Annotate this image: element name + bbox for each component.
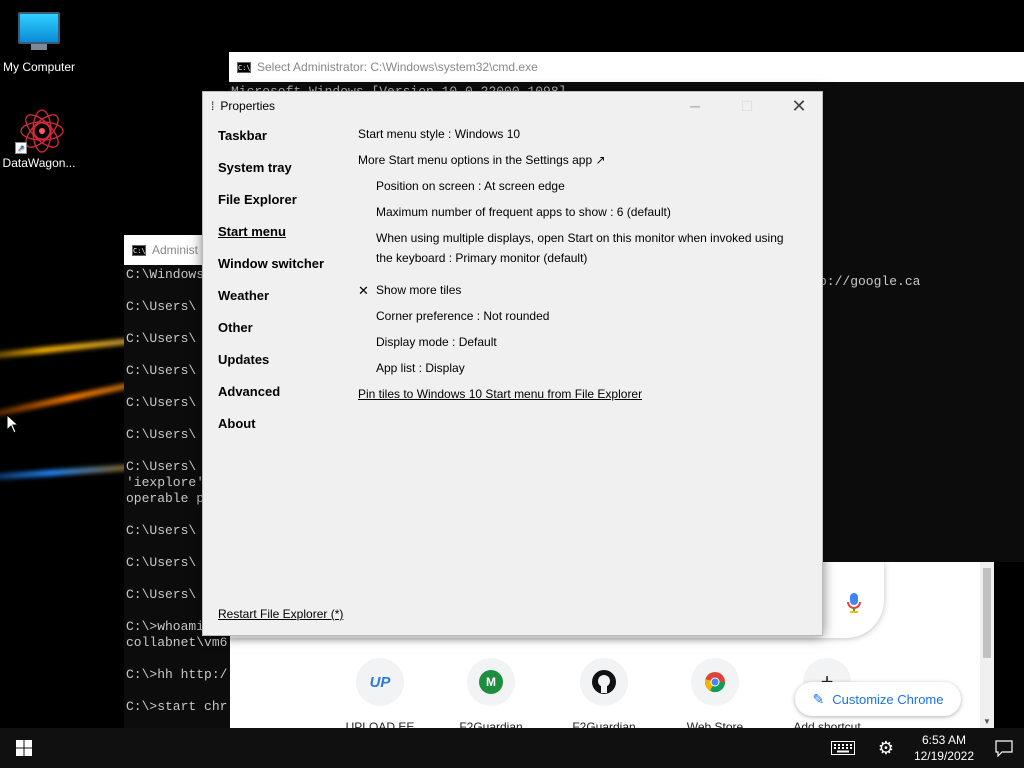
shortcut-label: F2Guardian [459, 720, 523, 728]
close-button[interactable]: ✕ [776, 92, 822, 120]
setting-start-menu-style[interactable]: Start menu style : Windows 10 [358, 124, 798, 150]
shortcut-arrow-icon: ↗ [15, 142, 27, 154]
start-button[interactable] [0, 728, 48, 768]
setting-position[interactable]: Position on screen : At screen edge [358, 176, 798, 202]
keyboard-icon [830, 741, 855, 755]
checked-x-icon: ✕ [358, 283, 369, 298]
setting-more-options-link[interactable]: More Start menu options in the Settings … [358, 150, 798, 176]
system-tray: ⚙ 6:53 AM 12/19/2022 [818, 728, 1024, 768]
properties-titlebar[interactable]: ⁞ Properties ─ ☐ ✕ [203, 92, 822, 120]
cmd-titlebar[interactable]: C:\ Select Administrator: C:\Windows\sys… [229, 52, 1024, 82]
notification-icon [995, 739, 1013, 757]
nav-start-menu[interactable]: Start menu [218, 224, 324, 256]
touch-keyboard-button[interactable] [818, 728, 868, 768]
chrome-scrollbar[interactable]: ▼ [980, 562, 994, 728]
cmd-title: Administ [152, 243, 199, 257]
start-menu-settings: Start menu style : Windows 10 More Start… [358, 124, 798, 410]
gear-icon: ⚙ [877, 737, 894, 758]
restart-file-explorer-link[interactable]: Restart File Explorer (*) [218, 607, 343, 621]
cmd-title: Select Administrator: C:\Windows\system3… [257, 60, 538, 74]
pencil-icon: ✎ [812, 690, 825, 707]
github-icon [592, 670, 616, 694]
nav-window-switcher[interactable]: Window switcher [218, 256, 324, 288]
cmd-line: C:\>start chr [126, 699, 228, 714]
nav-advanced[interactable]: Advanced [218, 384, 324, 416]
minimize-button[interactable]: ─ [672, 92, 718, 120]
clock[interactable]: 6:53 AM 12/19/2022 [904, 732, 984, 764]
shortcut-label: UPLOAD.EE [345, 720, 415, 728]
taskbar: ⚙ 6:53 AM 12/19/2022 [0, 728, 1024, 768]
setting-max-frequent-apps[interactable]: Maximum number of frequent apps to show … [358, 202, 798, 228]
properties-icon: ⁞ [211, 99, 215, 113]
properties-dialog[interactable]: ⁞ Properties ─ ☐ ✕ Taskbar System tray F… [202, 91, 823, 636]
setting-show-more-tiles[interactable]: ✕ Show more tiles [358, 280, 798, 306]
cmd-icon: C:\ [237, 61, 251, 73]
chrome-web-store-icon [704, 672, 726, 693]
setting-multi-display[interactable]: When using multiple displays, open Start… [358, 228, 798, 280]
upload-ee-icon: UP [369, 673, 391, 691]
customize-chrome-button[interactable]: ✎ Customize Chrome [795, 682, 961, 716]
cmd-line: collabnet\vm6 [126, 635, 228, 650]
nav-other[interactable]: Other [218, 320, 324, 352]
clock-date: 12/19/2022 [913, 749, 974, 763]
nav-weather[interactable]: Weather [218, 288, 324, 320]
show-more-tiles-label: Show more tiles [376, 283, 462, 297]
setting-corner-preference[interactable]: Corner preference : Not rounded [358, 306, 798, 332]
nav-taskbar[interactable]: Taskbar [218, 128, 324, 160]
nav-about[interactable]: About [218, 416, 324, 448]
cmd-line [126, 683, 228, 699]
cmd-line: C:\>hh http:/ [126, 667, 228, 682]
shortcut-web-store[interactable]: Web Store [660, 658, 770, 728]
customize-chrome-label: Customize Chrome [832, 691, 944, 707]
m-avatar-icon: M [479, 670, 503, 694]
shortcut-upload-ee[interactable]: UP UPLOAD.EE [325, 658, 435, 728]
setting-app-list[interactable]: App list : Display [358, 358, 798, 384]
maximize-button[interactable]: ☐ [724, 92, 770, 120]
shortcut-label: F2Guardian [572, 720, 636, 728]
desktop-icon-label: DataWagon... [2, 156, 76, 170]
mouse-cursor-icon [6, 414, 18, 434]
scrollbar-thumb[interactable] [983, 568, 991, 658]
notifications-button[interactable] [984, 728, 1024, 768]
desktop-icon-datawagon[interactable]: ↗ DataWagon... [0, 108, 81, 170]
cmd-icon: C:\ [132, 244, 146, 256]
shortcut-label: Web Store [686, 720, 744, 728]
wallpaper-streak [0, 463, 140, 483]
properties-title: Properties [220, 99, 276, 113]
pin-tiles-link[interactable]: Pin tiles to Windows 10 Start menu from … [358, 384, 798, 410]
microphone-icon[interactable] [846, 592, 862, 614]
shortcut-label: Add shortcut [793, 720, 861, 728]
properties-nav: Taskbar System tray File Explorer Start … [218, 128, 324, 448]
desktop-icon-label: My Computer [2, 60, 76, 74]
nav-system-tray[interactable]: System tray [218, 160, 324, 192]
cmd-line [126, 651, 228, 667]
settings-tray-button[interactable]: ⚙ [868, 728, 904, 768]
scroll-down-arrow-icon[interactable]: ▼ [983, 717, 991, 726]
clock-time: 6:53 AM [921, 733, 966, 747]
shortcut-f2guardian-1[interactable]: M F2Guardian [436, 658, 546, 728]
cmd-text-fragment: p://google.ca [819, 274, 921, 289]
shortcut-f2guardian-2[interactable]: F2Guardian [549, 658, 659, 728]
nav-updates[interactable]: Updates [218, 352, 324, 384]
computer-icon [18, 12, 60, 44]
nav-file-explorer[interactable]: File Explorer [218, 192, 324, 224]
setting-display-mode[interactable]: Display mode : Default [358, 332, 798, 358]
windows-logo-icon [16, 740, 32, 756]
desktop-icon-my-computer[interactable]: My Computer [0, 10, 81, 74]
